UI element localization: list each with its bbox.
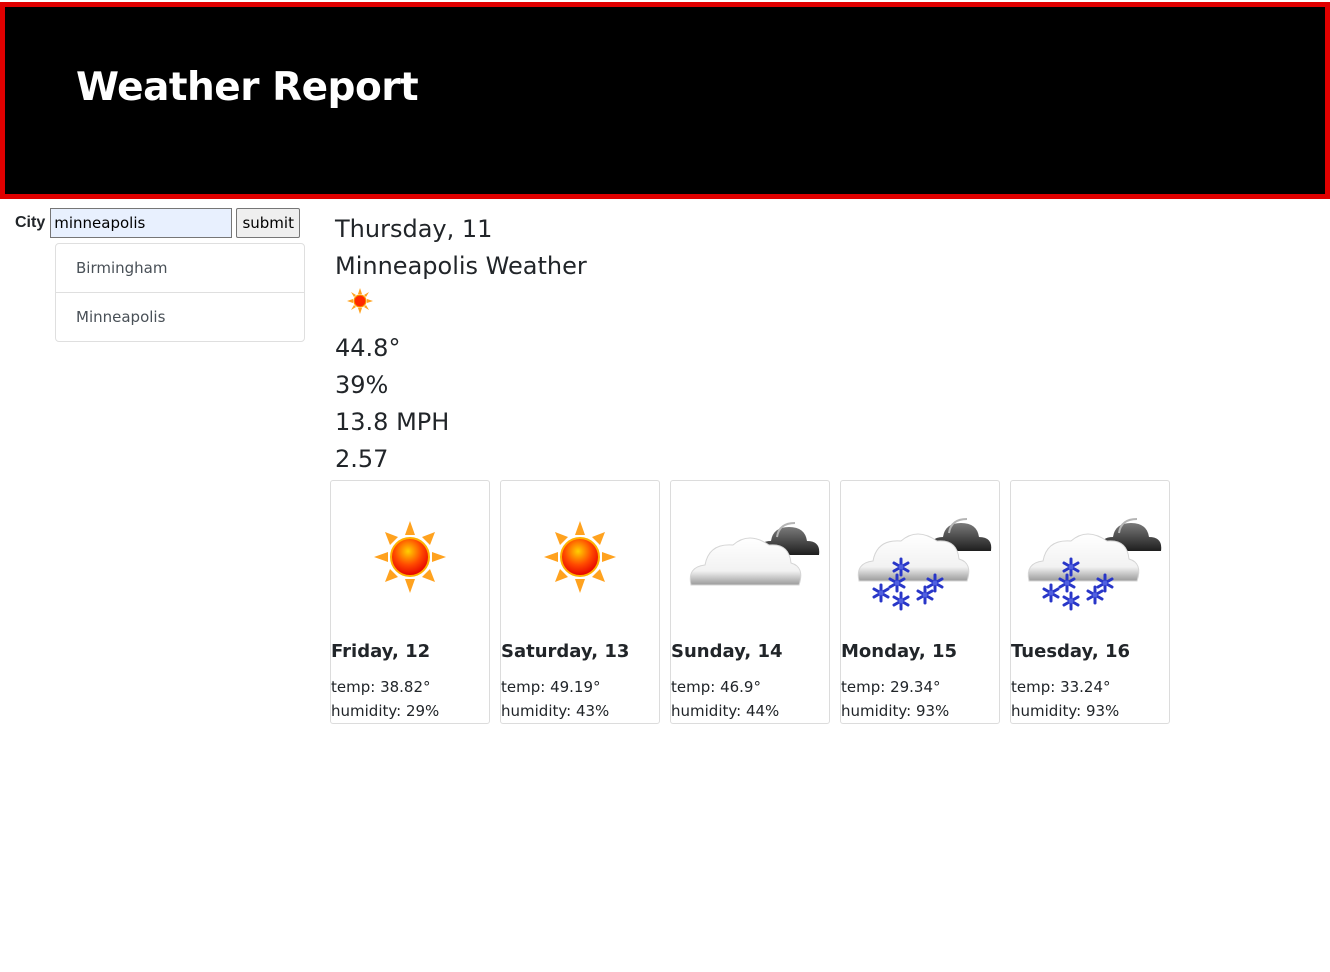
forecast-temp: temp: 29.34°	[841, 678, 941, 696]
forecast-temp: temp: 46.9°	[671, 678, 761, 696]
page-header: Weather Report	[0, 2, 1330, 199]
forecast-temp: temp: 33.24°	[1011, 678, 1111, 696]
history-item-minneapolis[interactable]: Minneapolis	[56, 292, 304, 341]
current-uv-index: 2.57	[335, 445, 389, 473]
city-input[interactable]	[50, 208, 233, 238]
forecast-day: Sunday, 14	[671, 641, 783, 662]
history-item-birmingham[interactable]: Birmingham	[56, 244, 304, 292]
cloudy-icon	[689, 522, 821, 586]
current-humidity: 39%	[335, 371, 389, 399]
forecast-humidity: humidity: 43%	[501, 702, 610, 720]
forecast-card: Tuesday, 16 temp: 33.24° humidity: 93%	[1010, 480, 1170, 724]
snow-icon	[857, 518, 993, 611]
sunny-icon	[373, 520, 447, 594]
forecast-day: Saturday, 13	[501, 641, 630, 662]
current-temperature: 44.8°	[335, 334, 401, 362]
forecast-card: Friday, 12 temp: 38.82° humidity: 29%	[330, 480, 490, 724]
forecast-day: Tuesday, 16	[1011, 641, 1131, 662]
forecast-day: Monday, 15	[841, 641, 958, 662]
page-title: Weather Report	[76, 65, 419, 110]
snow-icon	[1027, 518, 1163, 611]
city-search-form: City submit	[15, 208, 301, 238]
sunny-icon	[347, 288, 373, 314]
submit-button[interactable]: submit	[236, 208, 301, 238]
city-label: City	[15, 214, 46, 231]
forecast-temp: temp: 49.19°	[501, 678, 601, 696]
current-wind-speed: 13.8 MPH	[335, 408, 450, 436]
search-history-list: Birmingham Minneapolis	[55, 243, 305, 342]
forecast-card: Sunday, 14 temp: 46.9° humidity: 44%	[670, 480, 830, 724]
forecast-humidity: humidity: 44%	[671, 702, 780, 720]
current-date: Thursday, 11	[335, 215, 493, 243]
sunny-icon	[543, 520, 617, 594]
forecast-cards: Friday, 12 temp: 38.82° humidity: 29% Sa…	[330, 480, 1180, 724]
forecast-card: Saturday, 13 temp: 49.19° humidity: 43%	[500, 480, 660, 724]
forecast-temp: temp: 38.82°	[331, 678, 431, 696]
forecast-card: Monday, 15 temp: 29.34° humidity: 93%	[840, 480, 1000, 724]
current-weather: Thursday, 11 Minneapolis Weather 44.8° 3…	[335, 211, 587, 478]
forecast-humidity: humidity: 93%	[1011, 702, 1120, 720]
forecast-humidity: humidity: 93%	[841, 702, 950, 720]
forecast-humidity: humidity: 29%	[331, 702, 440, 720]
forecast-day: Friday, 12	[331, 641, 431, 662]
current-heading: Minneapolis Weather	[335, 252, 587, 280]
